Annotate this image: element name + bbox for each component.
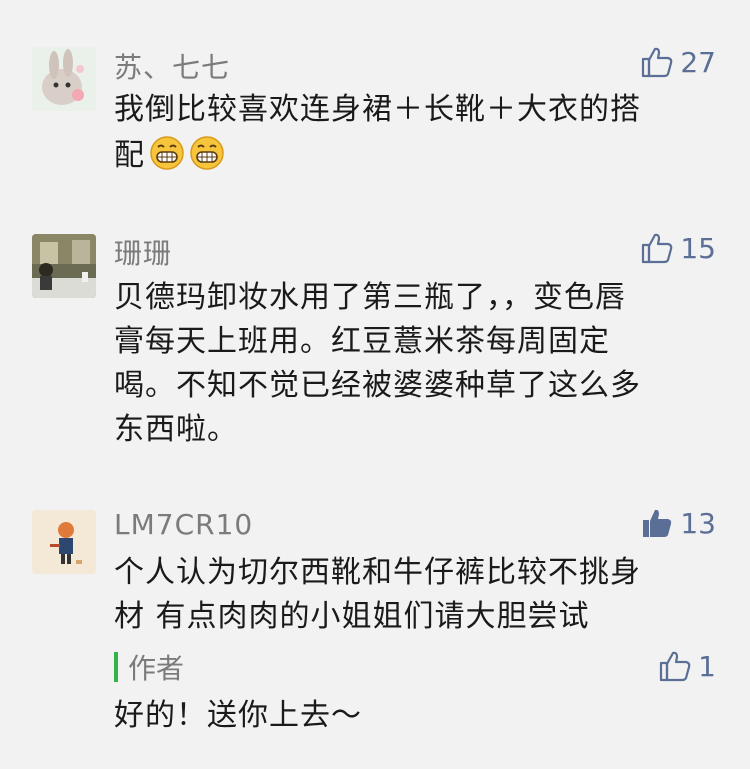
comment-text: 我倒比较喜欢连身裙＋长靴＋大衣的搭 配 bbox=[114, 88, 714, 178]
comment-text: 个人认为切尔西靴和牛仔裤比较不挑身 材 有点肉肉的小姐姐们请大胆尝试 bbox=[114, 551, 714, 639]
like-count: 1 bbox=[698, 649, 716, 683]
like-count: 15 bbox=[680, 231, 716, 265]
thumbs-up-filled-icon bbox=[643, 509, 672, 537]
comment-text-line: 东西啦。 bbox=[114, 412, 238, 447]
comment-text-line: 我倒比较喜欢连身裙＋长靴＋大衣的搭 bbox=[114, 92, 641, 127]
like-button[interactable]: 13 bbox=[640, 505, 716, 541]
avatar[interactable] bbox=[32, 510, 96, 574]
reply-text-line: 好的！送你上去～ bbox=[114, 698, 362, 733]
grin-emoji-icon bbox=[190, 136, 224, 170]
commenter-name[interactable]: LM7CR10 bbox=[114, 508, 253, 541]
grin-emoji-icon bbox=[150, 136, 184, 170]
author-reply-label: 作者 bbox=[114, 650, 185, 685]
avatar[interactable] bbox=[32, 47, 96, 111]
comment-text-line-2: 配 bbox=[114, 134, 714, 178]
comment-text-line: 喝。不知不觉已经被婆婆种草了这么多 bbox=[114, 368, 641, 403]
like-count: 27 bbox=[680, 45, 716, 79]
author-bar bbox=[114, 652, 118, 682]
commenter-name[interactable]: 珊珊 bbox=[114, 232, 172, 272]
comment-text: 贝德玛卸妆水用了第三瓶了，，变色唇 膏每天上班用。红豆薏米茶每周固定 喝。不知不… bbox=[114, 276, 714, 452]
comment-text-line: 贝德玛卸妆水用了第三瓶了，，变色唇 bbox=[114, 280, 626, 315]
author-label: 作者 bbox=[128, 652, 185, 685]
avatar[interactable] bbox=[32, 234, 96, 298]
comment-text-fragment: 配 bbox=[114, 138, 145, 173]
thumbs-up-icon bbox=[642, 47, 673, 78]
thumbs-up-icon bbox=[660, 651, 691, 682]
like-count: 13 bbox=[680, 506, 716, 540]
thumbs-up-icon bbox=[642, 233, 673, 264]
commenter-name[interactable]: 苏、七七 bbox=[114, 46, 230, 86]
comment-text-line: 个人认为切尔西靴和牛仔裤比较不挑身 bbox=[114, 555, 641, 590]
like-button[interactable]: 27 bbox=[640, 44, 716, 80]
comment-text-line: 膏每天上班用。红豆薏米茶每周固定 bbox=[114, 324, 610, 359]
reply-text: 好的！送你上去～ bbox=[114, 694, 714, 738]
comment-text-line: 材 有点肉肉的小姐姐们请大胆尝试 bbox=[114, 599, 590, 634]
reply-like-button[interactable]: 1 bbox=[658, 648, 716, 684]
like-button[interactable]: 15 bbox=[640, 230, 716, 266]
